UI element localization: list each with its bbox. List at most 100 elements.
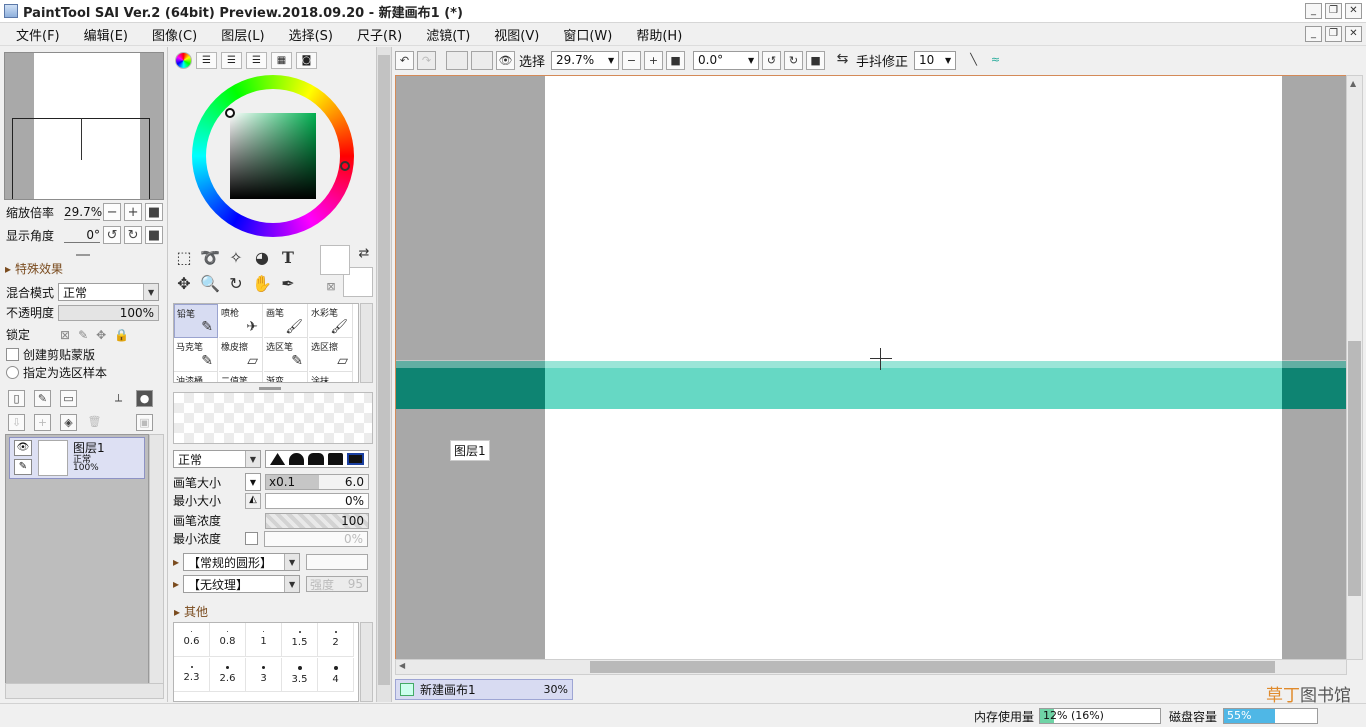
clear-layer-icon[interactable]: ◈ xyxy=(60,414,77,431)
other-section-header[interactable]: 其他 xyxy=(174,603,208,620)
lock-paint-icon[interactable]: ✎ xyxy=(78,328,88,342)
deselect-icon[interactable] xyxy=(446,50,468,70)
brush-slot[interactable]: 画笔 🖌 xyxy=(264,304,308,338)
brush-slot[interactable]: 橡皮擦 ▱ xyxy=(219,338,263,372)
zoom-reset-icon[interactable]: ■ xyxy=(666,50,686,70)
color-wheel[interactable] xyxy=(192,75,354,237)
panel-grip[interactable] xyxy=(76,254,90,256)
brush-slot[interactable]: 马克笔 ✎ xyxy=(174,338,218,372)
zoom-value[interactable]: 29.7% xyxy=(64,205,102,220)
canvas-zoom-select[interactable]: 29.7% ▼ xyxy=(551,50,620,70)
brush-slot[interactable]: 选区擦 ▱ xyxy=(309,338,353,372)
flip-horizontal-icon[interactable]: ⇆ xyxy=(833,51,852,70)
brush-size-preset[interactable]: 2.3 xyxy=(174,658,210,692)
horizontal-scroll-thumb[interactable] xyxy=(590,661,1275,673)
brush-size-preset[interactable]: 0.6 xyxy=(174,623,210,657)
new-vector-layer-icon[interactable]: ✎ xyxy=(34,390,51,407)
menu-select[interactable]: 选择(S) xyxy=(273,25,341,44)
brush-texture-select[interactable]: 【无纹理】 ▼ xyxy=(183,575,301,593)
saturation-value-square[interactable] xyxy=(230,113,316,199)
mask-icon[interactable]: ● xyxy=(136,390,153,407)
brush-size-preset[interactable]: 0.8 xyxy=(210,623,246,657)
brush-size-preset[interactable]: 2.6 xyxy=(210,658,246,692)
expand-arrow-icon[interactable]: ▸ xyxy=(173,577,179,591)
new-layer-icon[interactable]: ▯ xyxy=(8,390,25,407)
angle-value[interactable]: 0° xyxy=(64,228,101,243)
zoom-in-icon[interactable]: + xyxy=(644,50,664,70)
brush-slot[interactable]: 油漆桶 xyxy=(174,372,218,382)
size-presets-scrollbar[interactable] xyxy=(360,622,373,702)
splitter-thumb[interactable] xyxy=(378,55,390,685)
menu-view[interactable]: 视图(V) xyxy=(478,25,547,44)
foreground-color-swatch[interactable] xyxy=(320,245,350,275)
minimize-button[interactable]: _ xyxy=(1305,3,1322,19)
rotate-left-icon[interactable]: ↺ xyxy=(762,50,782,70)
menu-edit[interactable]: 编辑(E) xyxy=(68,25,136,44)
rotate-left-icon[interactable]: ↺ xyxy=(103,226,122,244)
zoom-icon[interactable]: 🔍 xyxy=(199,273,221,295)
text-icon[interactable]: T xyxy=(277,247,299,269)
rotate-reset-icon[interactable]: ■ xyxy=(806,50,826,70)
rect-select-icon[interactable]: ⬚ xyxy=(173,247,195,269)
panel-splitter-scrollbar[interactable] xyxy=(376,47,392,702)
layer-row[interactable]: 👁 ✎ 图层1 正常 100% xyxy=(9,437,145,479)
palette-tab-icon[interactable]: ☰ xyxy=(246,52,267,69)
brush-grid-scrollbar[interactable] xyxy=(360,303,373,383)
sv-marker[interactable] xyxy=(225,108,235,118)
rotate-right-icon[interactable]: ↻ xyxy=(124,226,143,244)
zoom-reset-icon[interactable]: ■ xyxy=(145,203,164,221)
document-tab[interactable]: 新建画布1 30% xyxy=(395,679,573,700)
menu-window[interactable]: 窗口(W) xyxy=(547,25,620,44)
menu-file[interactable]: 文件(F) xyxy=(0,25,68,44)
menu-image[interactable]: 图像(C) xyxy=(136,25,205,44)
transform-icon[interactable]: ⟂ xyxy=(110,390,127,407)
lock-transparency-icon[interactable]: ⊠ xyxy=(60,328,70,342)
opacity-slider[interactable]: 100% xyxy=(58,304,160,321)
zoom-out-icon[interactable]: − xyxy=(622,50,642,70)
brush-size-preset[interactable]: 1 xyxy=(246,623,282,657)
curve-tool-icon[interactable]: ≈ xyxy=(986,51,1005,70)
expand-arrow-icon[interactable]: ▸ xyxy=(173,555,179,569)
brush-size-slider[interactable]: x0.1 6.0 xyxy=(265,474,369,490)
canvas-horizontal-scrollbar[interactable]: ◀ xyxy=(395,659,1347,675)
zoom-in-icon[interactable]: + xyxy=(124,203,143,221)
brush-slot[interactable]: 渐变 xyxy=(264,372,308,382)
hand-icon[interactable]: ✋ xyxy=(251,273,273,295)
swatches-tab-icon[interactable]: ▦ xyxy=(271,52,292,69)
tip-shape-3-icon[interactable] xyxy=(308,453,324,465)
close-button[interactable]: ✕ xyxy=(1345,3,1362,19)
brush-slot[interactable]: 喷枪 ✈ xyxy=(219,304,263,338)
canvas-angle-select[interactable]: 0.0° ▼ xyxy=(693,50,760,70)
eye-icon[interactable]: 👁 xyxy=(14,440,32,456)
texture-strength-slider[interactable]: 强度 95 xyxy=(306,576,369,592)
scroll-up-icon[interactable]: ▲ xyxy=(1350,79,1356,88)
canvas-area[interactable]: 图层1 xyxy=(395,75,1347,660)
transparent-color-icon[interactable]: ⊠ xyxy=(320,276,342,298)
rotate-right-icon[interactable]: ↻ xyxy=(784,50,804,70)
pen-icon[interactable]: ✎ xyxy=(14,459,32,475)
magic-wand-icon[interactable]: ✧ xyxy=(225,247,247,269)
menu-help[interactable]: 帮助(H) xyxy=(620,25,690,44)
menu-ruler[interactable]: 尺子(R) xyxy=(341,25,410,44)
scratchpad-tab-icon[interactable]: ◙ xyxy=(296,52,317,69)
trash-icon[interactable]: 🗑 xyxy=(86,414,103,431)
lock-move-icon[interactable]: ✥ xyxy=(96,328,106,342)
vertical-scroll-thumb[interactable] xyxy=(1348,341,1361,596)
brush-shape-select[interactable]: 【常规的圆形】 ▼ xyxy=(183,553,301,571)
layer-settings-icon[interactable]: ▣ xyxy=(136,414,153,431)
bucket-icon[interactable]: ◕ xyxy=(251,247,273,269)
tip-shape-5-icon[interactable] xyxy=(346,453,364,465)
stabilizer-select[interactable]: 10 ▼ xyxy=(914,50,957,70)
min-density-checkbox[interactable] xyxy=(245,532,258,545)
rgb-sliders-tab-icon[interactable]: ☰ xyxy=(196,52,217,69)
menu-layer[interactable]: 图层(L) xyxy=(205,25,272,44)
layer-list-scrollbar[interactable] xyxy=(149,434,164,684)
min-density-slider[interactable]: 0% xyxy=(264,530,368,547)
brush-slot[interactable]: 二值笔 xyxy=(219,372,263,382)
brush-size-preset[interactable]: 4 xyxy=(318,658,354,692)
shape-strength-slider[interactable] xyxy=(306,554,369,570)
doc-close-button[interactable]: ✕ xyxy=(1345,26,1362,42)
lock-all-icon[interactable]: 🔒 xyxy=(114,328,129,342)
min-size-slider[interactable]: 0% xyxy=(265,492,369,509)
hsv-sliders-tab-icon[interactable]: ☰ xyxy=(221,52,242,69)
